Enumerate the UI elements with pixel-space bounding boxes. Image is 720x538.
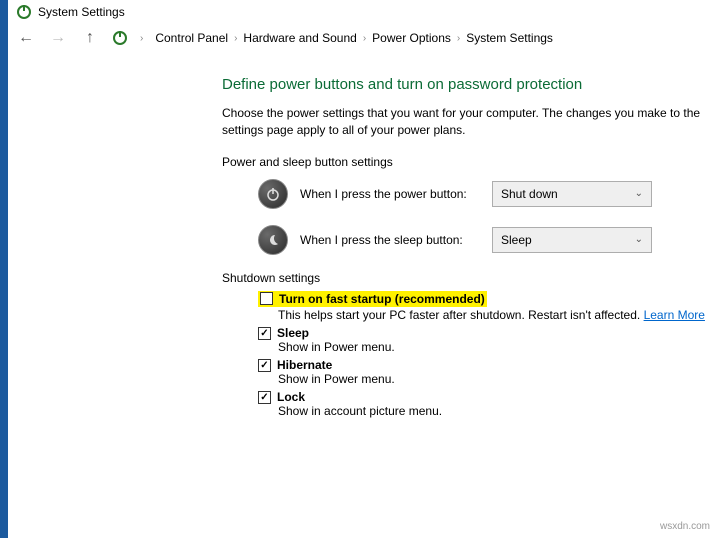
- chevron-down-icon: ⌄: [635, 234, 643, 245]
- fast-startup-description: This helps start your PC faster after sh…: [278, 308, 644, 322]
- chevron-right-icon: ›: [140, 33, 143, 44]
- lock-option-description: Show in account picture menu.: [278, 404, 720, 418]
- fast-startup-label: Turn on fast startup (recommended): [279, 292, 485, 306]
- breadcrumb-link[interactable]: Control Panel: [155, 31, 228, 45]
- sleep-button-dropdown[interactable]: Sleep ⌄: [492, 227, 652, 253]
- window-title: System Settings: [38, 5, 125, 19]
- breadcrumb-current: System Settings: [466, 31, 553, 45]
- chevron-right-icon: ›: [457, 33, 460, 44]
- sleep-icon: [258, 225, 288, 255]
- power-button-label: When I press the power button:: [300, 187, 480, 201]
- sleep-checkbox[interactable]: ✓: [258, 327, 271, 340]
- hibernate-option-description: Show in Power menu.: [278, 372, 720, 386]
- sleep-option-label: Sleep: [277, 326, 309, 340]
- section-title-buttons: Power and sleep button settings: [222, 155, 720, 169]
- chevron-right-icon: ›: [234, 33, 237, 44]
- chevron-down-icon: ⌄: [635, 188, 643, 199]
- lock-option-label: Lock: [277, 390, 305, 404]
- breadcrumb-icon: [112, 30, 128, 46]
- fast-startup-checkbox[interactable]: [260, 292, 273, 305]
- up-arrow-icon[interactable]: ↑: [80, 28, 100, 48]
- sleep-option-description: Show in Power menu.: [278, 340, 720, 354]
- dropdown-value: Sleep: [501, 233, 532, 247]
- power-button-dropdown[interactable]: Shut down ⌄: [492, 181, 652, 207]
- page-description: Choose the power settings that you want …: [222, 105, 702, 139]
- breadcrumb: Control Panel › Hardware and Sound › Pow…: [155, 31, 553, 45]
- power-options-icon: [16, 4, 32, 20]
- page-title: Define power buttons and turn on passwor…: [222, 76, 720, 93]
- dropdown-value: Shut down: [501, 187, 558, 201]
- forward-arrow-icon: →: [48, 28, 68, 48]
- sleep-button-label: When I press the sleep button:: [300, 233, 480, 247]
- hibernate-checkbox[interactable]: ✓: [258, 359, 271, 372]
- power-icon: [258, 179, 288, 209]
- lock-checkbox[interactable]: ✓: [258, 391, 271, 404]
- section-title-shutdown: Shutdown settings: [222, 271, 720, 285]
- hibernate-option-label: Hibernate: [277, 358, 332, 372]
- chevron-right-icon: ›: [363, 33, 366, 44]
- back-arrow-icon[interactable]: ←: [16, 28, 36, 48]
- breadcrumb-link[interactable]: Power Options: [372, 31, 451, 45]
- learn-more-link[interactable]: Learn More: [644, 308, 705, 322]
- watermark: wsxdn.com: [660, 521, 710, 532]
- breadcrumb-link[interactable]: Hardware and Sound: [243, 31, 356, 45]
